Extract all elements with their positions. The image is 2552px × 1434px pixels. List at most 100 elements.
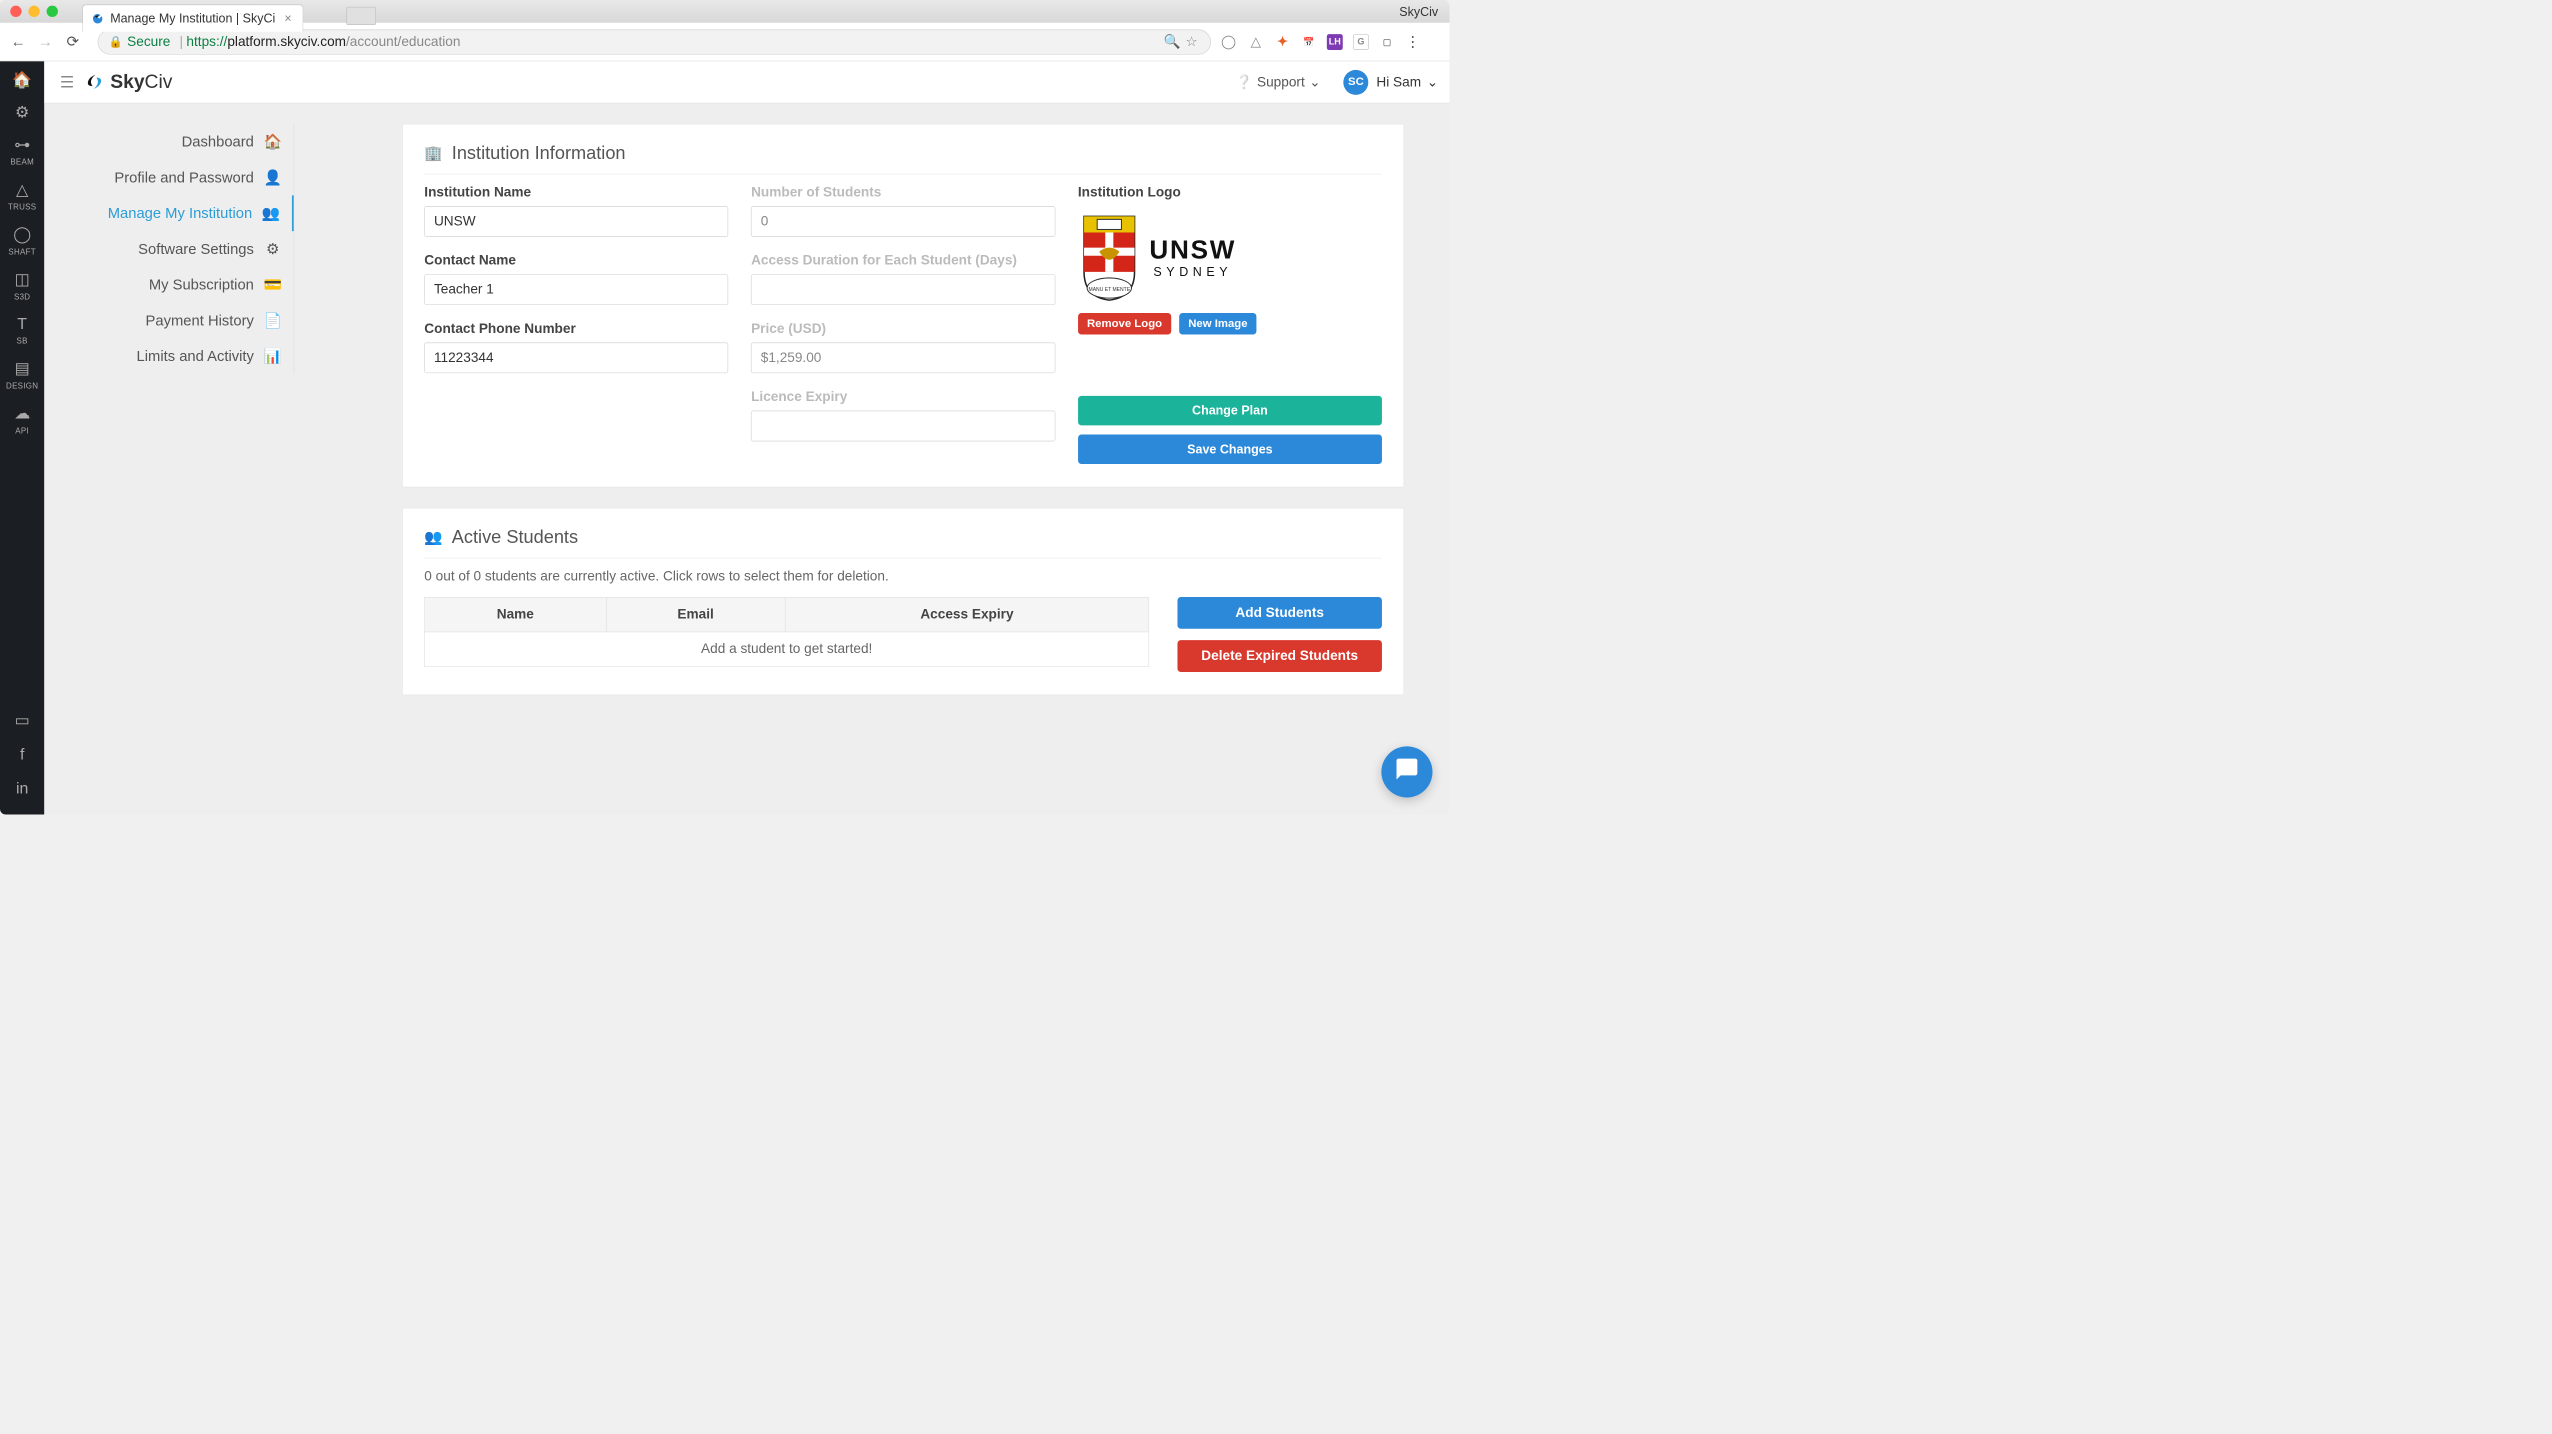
institution-name-label: Institution Name (424, 185, 728, 201)
rail-home[interactable]: 🏠 (0, 70, 44, 89)
chat-bubble-button[interactable] (1381, 746, 1432, 797)
account-side-menu: Dashboard🏠 Profile and Password👤 Manage … (72, 124, 295, 794)
access-duration-input (751, 274, 1055, 305)
new-tab-button[interactable] (346, 7, 376, 25)
window-minimize-icon[interactable] (28, 6, 39, 17)
support-link[interactable]: ❔ Support ⌄ (1235, 74, 1320, 90)
sidemenu-payment-history[interactable]: Payment History📄 (72, 303, 294, 339)
ext-drive-icon[interactable]: △ (1247, 33, 1264, 50)
ext-postman-icon[interactable]: ✦ (1275, 34, 1291, 50)
sidemenu-software-settings[interactable]: Software Settings⚙ (72, 231, 294, 267)
logo-mark-icon (84, 71, 107, 94)
logo-sydney-text: SYDNEY (1153, 265, 1232, 280)
chat-icon (1394, 757, 1419, 788)
students-note: 0 out of 0 students are currently active… (424, 569, 1382, 585)
institution-logo-preview: MANU ET MENTE UNSW SYDNEY (1078, 208, 1322, 305)
add-students-button[interactable]: Add Students (1177, 597, 1381, 629)
ext-lh-icon[interactable]: LH (1327, 34, 1343, 50)
institution-panel: 🏢 Institution Information Institution Na… (402, 124, 1404, 488)
save-changes-button[interactable]: Save Changes (1078, 435, 1382, 465)
crest-icon: MANU ET MENTE (1078, 211, 1140, 302)
address-bar[interactable]: 🔒 Secure | https://platform.skyciv.com/a… (98, 29, 1211, 54)
text-icon: T (17, 315, 27, 333)
linkedin-icon[interactable]: in (16, 779, 28, 797)
browser-tab[interactable]: Manage My Institution | SkyCi × (82, 5, 303, 32)
app-header: ☰ SkyCiv ❔ Support ⌄ SC Hi Sam ⌄ (44, 61, 1449, 103)
user-menu[interactable]: Hi Sam ⌄ (1376, 74, 1438, 90)
panel-title: Institution Information (452, 143, 626, 164)
help-icon: ❔ (1235, 74, 1252, 90)
bookmark-star-icon[interactable]: ☆ (1183, 33, 1200, 50)
left-rail: 🏠 ⚙ ⊶BEAM △TRUSS ◯SHAFT ◫S3D TSB ▤DESIGN… (0, 61, 44, 814)
ext-g-icon[interactable]: G (1353, 34, 1369, 50)
chevron-down-icon: ⌄ (1309, 74, 1320, 90)
rail-design[interactable]: ▤DESIGN (0, 359, 44, 390)
table-row[interactable]: Add a student to get started! (425, 632, 1149, 667)
cloud-icon: ☁ (14, 404, 30, 423)
rail-shaft[interactable]: ◯SHAFT (0, 225, 44, 256)
facebook-icon[interactable]: f (20, 745, 24, 763)
nav-forward-button[interactable]: → (36, 33, 54, 51)
gear-icon: ⚙ (15, 103, 29, 122)
tab-title: Manage My Institution | SkyCi (110, 11, 275, 26)
delete-students-button[interactable]: Delete Expired Students (1177, 640, 1381, 672)
zoom-search-icon[interactable]: 🔍 (1164, 33, 1181, 50)
cube-icon: ◫ (15, 270, 30, 289)
sidemenu-institution[interactable]: Manage My Institution👥 (72, 195, 294, 231)
num-students-label: Number of Students (751, 185, 1055, 201)
contact-name-input[interactable] (424, 274, 728, 305)
students-panel: 👥 Active Students 0 out of 0 students ar… (402, 508, 1404, 695)
url-path: /account/education (346, 34, 460, 50)
institution-name-input[interactable] (424, 206, 728, 237)
rail-api[interactable]: ☁API (0, 404, 44, 435)
ext-circle-icon[interactable]: ◯ (1220, 33, 1237, 50)
browser-menu-icon[interactable]: ⋮ (1405, 33, 1420, 51)
rail-truss[interactable]: △TRUSS (0, 180, 44, 211)
users-icon: 👥 (424, 528, 442, 546)
th-name: Name (425, 597, 607, 632)
tab-favicon-icon (91, 12, 105, 26)
new-image-button[interactable]: New Image (1179, 313, 1257, 335)
svg-text:MANU ET MENTE: MANU ET MENTE (1088, 287, 1130, 293)
rail-s3d[interactable]: ◫S3D (0, 270, 44, 301)
phone-input[interactable] (424, 343, 728, 374)
sidemenu-profile[interactable]: Profile and Password👤 (72, 160, 294, 196)
rail-settings[interactable]: ⚙ (0, 103, 44, 122)
home-icon: 🏠 (12, 70, 32, 89)
mac-titlebar: Manage My Institution | SkyCi × SkyCiv (0, 0, 1450, 23)
avatar[interactable]: SC (1343, 70, 1368, 95)
tab-close-icon[interactable]: × (284, 11, 291, 26)
window-close-icon[interactable] (10, 6, 21, 17)
app-logo[interactable]: SkyCiv (84, 71, 172, 94)
ext-calendar-icon[interactable]: 📅 (1301, 34, 1317, 50)
nav-back-button[interactable]: ← (9, 33, 27, 51)
sidemenu-subscription[interactable]: My Subscription💳 (72, 267, 294, 303)
num-students-input (751, 206, 1055, 237)
file-icon: ▤ (15, 359, 30, 378)
rail-sb[interactable]: TSB (0, 315, 44, 346)
youtube-icon[interactable]: ▭ (15, 711, 30, 730)
doc-icon: 📄 (264, 312, 281, 330)
beam-icon: ⊶ (14, 135, 30, 154)
th-expiry: Access Expiry (785, 597, 1149, 632)
sidemenu-limits[interactable]: Limits and Activity📊 (72, 339, 294, 375)
window-app-name: SkyCiv (1399, 5, 1438, 20)
access-duration-label: Access Duration for Each Student (Days) (751, 253, 1055, 269)
ext-note-icon[interactable]: ▢ (1379, 34, 1395, 50)
url-host: platform.skyciv.com (227, 34, 346, 50)
window-maximize-icon[interactable] (47, 6, 58, 17)
sidemenu-dashboard[interactable]: Dashboard🏠 (72, 124, 294, 160)
rail-beam[interactable]: ⊶BEAM (0, 135, 44, 166)
card-icon: 💳 (264, 276, 281, 294)
hamburger-menu-icon[interactable]: ☰ (56, 71, 79, 94)
user-icon: 👤 (264, 169, 281, 187)
shaft-icon: ◯ (13, 225, 31, 244)
logo-unsw-text: UNSW (1149, 234, 1236, 265)
change-plan-button[interactable]: Change Plan (1078, 396, 1382, 426)
lock-icon: 🔒 (108, 35, 122, 49)
remove-logo-button[interactable]: Remove Logo (1078, 313, 1171, 335)
nav-reload-button[interactable]: ⟳ (64, 33, 82, 51)
empty-row-text: Add a student to get started! (425, 632, 1149, 667)
building-icon: 🏢 (424, 144, 442, 162)
chart-icon: 📊 (264, 348, 281, 366)
